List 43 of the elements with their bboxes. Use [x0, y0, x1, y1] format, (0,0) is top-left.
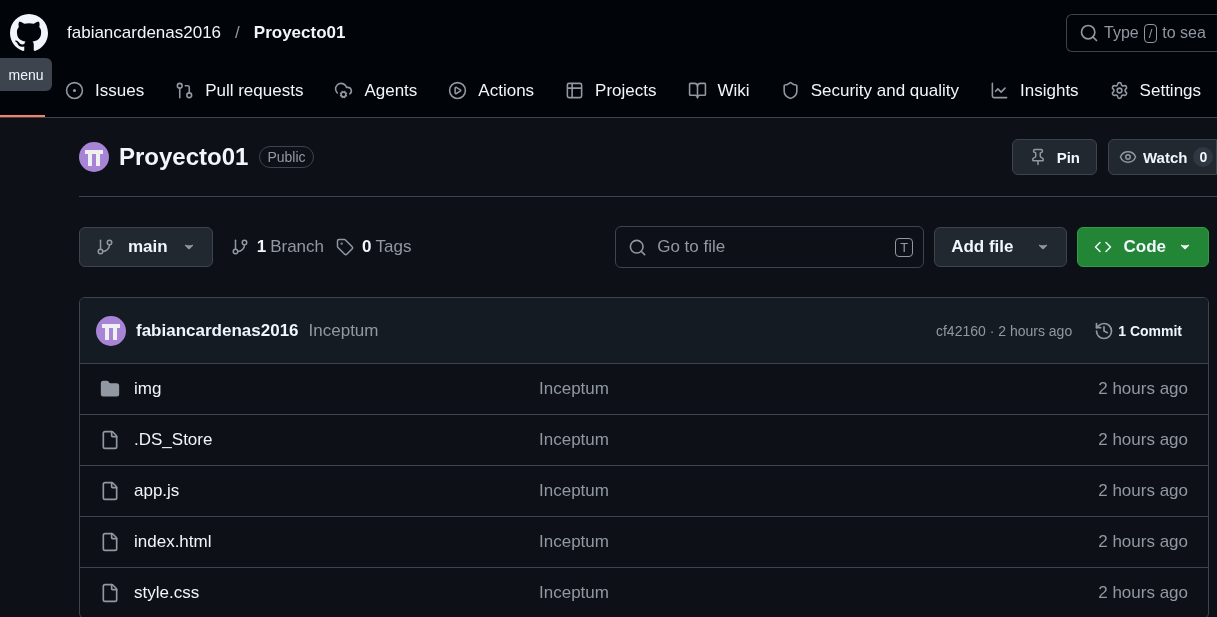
pin-button[interactable]: Pin: [1011, 139, 1097, 175]
file-commit-message[interactable]: Inceptum: [539, 430, 609, 450]
commits-link[interactable]: 1 Commit: [1094, 320, 1182, 341]
file-commit-message[interactable]: Inceptum: [539, 379, 609, 399]
file-commit-message[interactable]: Inceptum: [539, 481, 609, 501]
tooltip: menu: [0, 58, 52, 91]
watch-button[interactable]: Watch 0: [1108, 139, 1217, 175]
nav-tab[interactable]: Settings: [1109, 66, 1202, 117]
file-time: 2 hours ago: [1098, 532, 1188, 552]
file-commit-message[interactable]: Inceptum: [539, 583, 609, 603]
nav-tab[interactable]: Issues: [65, 66, 145, 117]
nav-tab[interactable]: Actions: [448, 66, 535, 117]
commit-hash-time[interactable]: cf42160 · 2 hours ago: [936, 322, 1073, 339]
watch-count: 0: [1193, 147, 1214, 167]
file-time: 2 hours ago: [1098, 379, 1188, 399]
file-time: 2 hours ago: [1098, 430, 1188, 450]
file-time: 2 hours ago: [1098, 583, 1188, 603]
file-name[interactable]: .DS_Store: [134, 430, 539, 450]
go-to-file-field[interactable]: Go to file T: [615, 226, 925, 268]
file-name[interactable]: app.js: [134, 481, 539, 501]
file-commit-message[interactable]: Inceptum: [539, 532, 609, 552]
code-button[interactable]: Code: [1076, 227, 1209, 267]
nav-tab[interactable]: Pull requests: [175, 66, 304, 117]
file-time: 2 hours ago: [1098, 481, 1188, 501]
add-file-button[interactable]: Add file: [934, 227, 1067, 267]
search-field[interactable]: Type / to sea: [1066, 14, 1217, 52]
repo-title: Proyecto01: [119, 143, 249, 171]
nav-tab[interactable]: Insights: [990, 66, 1079, 117]
tags-link[interactable]: 0 Tags: [336, 237, 412, 257]
breadcrumb-separator: /: [235, 23, 240, 43]
file-name[interactable]: index.html: [134, 532, 539, 552]
commit-message[interactable]: Inceptum: [308, 320, 379, 341]
nav-tab[interactable]: Wiki: [687, 66, 750, 117]
file-name[interactable]: style.css: [134, 583, 539, 603]
nav-tab[interactable]: Agents: [334, 66, 418, 117]
branch-selector[interactable]: main: [79, 227, 213, 267]
commit-author[interactable]: fabiancardenas2016: [136, 320, 299, 341]
nav-tab[interactable]: Projects: [565, 66, 657, 117]
branches-link[interactable]: 1 Branch: [230, 237, 325, 257]
owner-link[interactable]: fabiancardenas2016: [67, 23, 222, 43]
repo-link[interactable]: Proyecto01: [253, 23, 346, 43]
nav-tab[interactable]: Security and quality: [780, 66, 959, 117]
file-name[interactable]: img: [134, 379, 539, 399]
